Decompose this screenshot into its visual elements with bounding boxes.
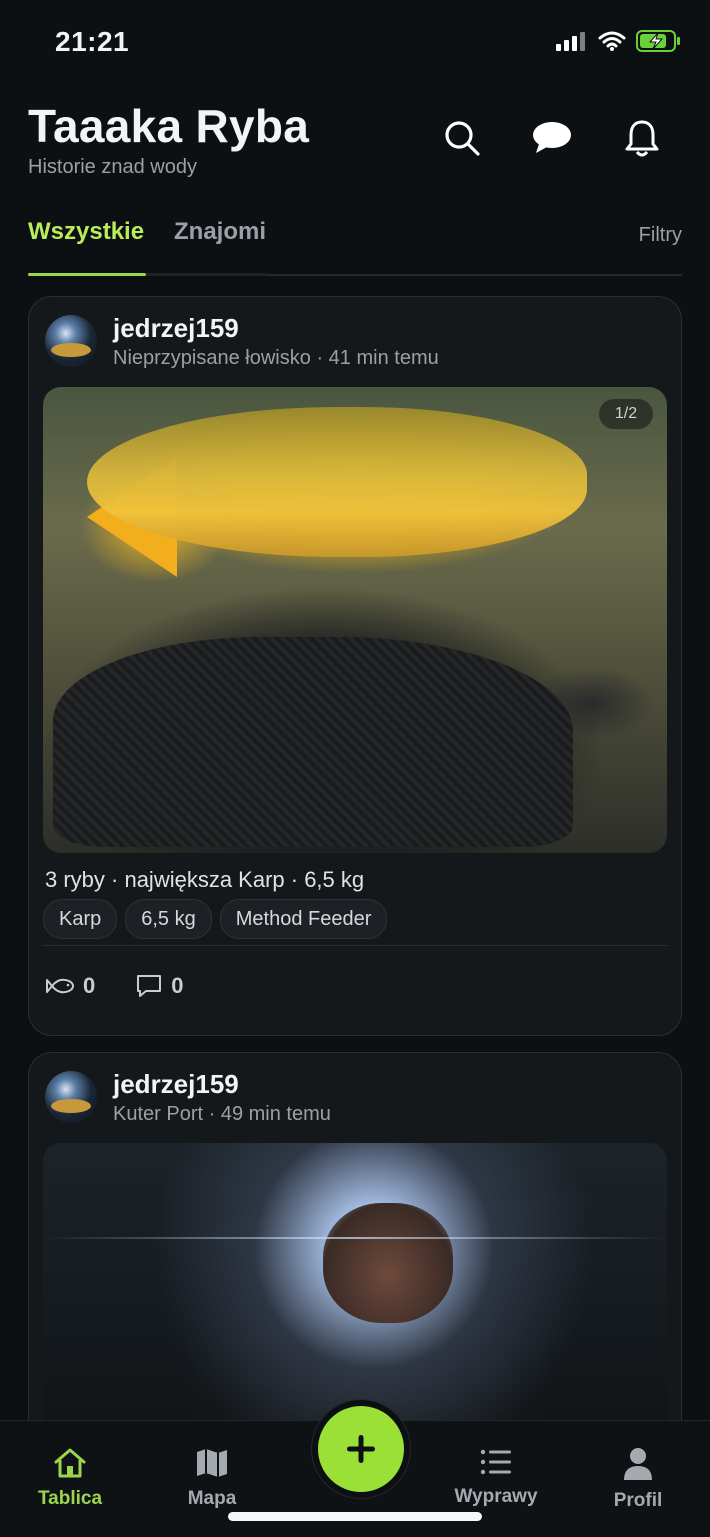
tab-friends[interactable]: Znajomi bbox=[174, 218, 266, 246]
avatar-fish-image bbox=[51, 1099, 91, 1113]
person-icon bbox=[624, 1448, 652, 1480]
like-count: 0 bbox=[83, 973, 96, 998]
carp-image bbox=[87, 407, 587, 557]
app-subtitle: Historie znad wody bbox=[28, 156, 197, 178]
divider bbox=[43, 945, 667, 946]
comment-count: 0 bbox=[171, 973, 184, 998]
post-location[interactable]: Nieprzypisane łowisko bbox=[113, 347, 311, 369]
fish-icon bbox=[46, 978, 75, 994]
angler-headlamp-image bbox=[323, 1203, 453, 1323]
catch-tags: Karp 6,5 kg Method Feeder bbox=[43, 899, 388, 939]
photo-counter: 1/2 bbox=[599, 399, 653, 429]
meta-separator: · bbox=[316, 347, 324, 369]
post-meta: Nieprzypisane łowisko · 41 min temu bbox=[113, 347, 439, 370]
search-icon bbox=[445, 121, 480, 156]
wifi-icon bbox=[598, 31, 626, 51]
nav-item-map[interactable]: Mapa bbox=[152, 1447, 272, 1510]
avatar[interactable] bbox=[45, 1071, 97, 1123]
catch-summary: 3 ryby · największa Karp · 6,5 kg bbox=[45, 867, 365, 892]
home-icon bbox=[54, 1448, 86, 1478]
status-time: 21:21 bbox=[55, 26, 130, 57]
nav-item-trips[interactable]: Wyprawy bbox=[436, 1447, 556, 1508]
comment-icon bbox=[137, 975, 162, 997]
list-icon bbox=[480, 1449, 511, 1475]
chat-bubble-icon bbox=[533, 122, 571, 153]
status-icons bbox=[556, 30, 682, 52]
nav-label-trips: Wyprawy bbox=[454, 1486, 538, 1507]
comment-button[interactable]: 0 bbox=[135, 973, 184, 999]
post-time: 41 min temu bbox=[328, 347, 439, 369]
map-icon bbox=[197, 1449, 227, 1477]
plus-icon bbox=[347, 1435, 375, 1463]
headlamp-glare bbox=[43, 1237, 667, 1239]
post-photo[interactable]: 1/2 bbox=[43, 387, 667, 853]
nav-label-profile: Profil bbox=[613, 1490, 663, 1511]
post-username[interactable]: jedrzej159 bbox=[113, 313, 239, 344]
tag-chip[interactable]: Method Feeder bbox=[219, 899, 388, 939]
feed-tabs: Wszystkie Znajomi Filtry bbox=[28, 212, 682, 276]
home-indicator bbox=[228, 1512, 482, 1521]
landing-net-image bbox=[53, 637, 573, 847]
post-actions: 0 0 bbox=[45, 973, 184, 999]
tab-all[interactable]: Wszystkie bbox=[28, 218, 144, 246]
header: Taaaka Ryba Historie znad wody bbox=[28, 100, 682, 179]
avatar[interactable] bbox=[45, 315, 97, 367]
like-button[interactable]: 0 bbox=[45, 973, 95, 999]
status-bar: 21:21 bbox=[0, 0, 710, 84]
tag-chip[interactable]: Karp bbox=[43, 899, 118, 939]
nav-label-home: Tablica bbox=[37, 1488, 103, 1509]
tag-chip[interactable]: 6,5 kg bbox=[125, 899, 212, 939]
filters-button[interactable]: Filtry bbox=[639, 224, 682, 247]
meta-separator: · bbox=[208, 1103, 216, 1125]
post-meta: Kuter Port · 49 min temu bbox=[113, 1103, 331, 1126]
nav-item-home[interactable]: Tablica bbox=[10, 1447, 130, 1510]
bell-icon bbox=[625, 120, 659, 157]
avatar-fish-image bbox=[51, 343, 91, 357]
signal-icon bbox=[556, 32, 585, 51]
post-card[interactable]: jedrzej159 Nieprzypisane łowisko · 41 mi… bbox=[28, 296, 682, 1036]
header-actions bbox=[442, 118, 662, 158]
post-time: 49 min temu bbox=[220, 1103, 331, 1125]
nav-label-map: Mapa bbox=[187, 1488, 237, 1509]
search-button[interactable] bbox=[442, 118, 482, 158]
post-username[interactable]: jedrzej159 bbox=[113, 1069, 239, 1100]
notifications-button[interactable] bbox=[622, 118, 662, 158]
messages-button[interactable] bbox=[532, 118, 572, 158]
active-tab-indicator bbox=[28, 273, 146, 276]
post-location[interactable]: Kuter Port bbox=[113, 1103, 203, 1125]
tab-track bbox=[146, 273, 266, 276]
battery-charging-icon bbox=[636, 30, 680, 52]
add-catch-button[interactable] bbox=[312, 1400, 410, 1498]
nav-item-profile[interactable]: Profil bbox=[578, 1447, 698, 1512]
